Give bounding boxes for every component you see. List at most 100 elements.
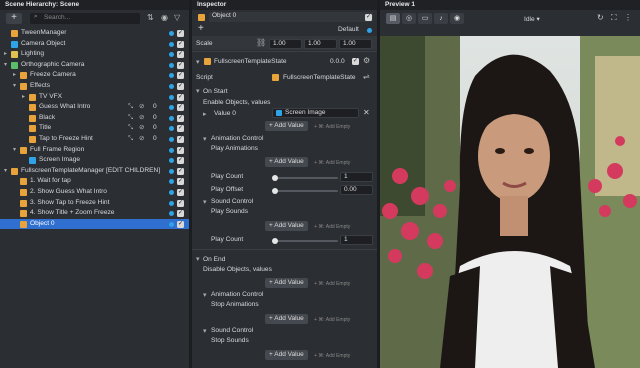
enabled-checkbox[interactable]: ✓	[177, 30, 184, 37]
hierarchy-row[interactable]: Title ⤡ ⊘ 0 ✓	[0, 123, 189, 134]
preview-camera-image[interactable]	[380, 36, 640, 368]
hierarchy-row[interactable]: Black ⤡ ⊘ 0 ✓	[0, 113, 189, 124]
remove-value-icon[interactable]: ✕	[363, 108, 370, 117]
script-options-icon[interactable]: ⇌	[363, 72, 370, 81]
hierarchy-row[interactable]: 2. Show Guess What Intro ✓	[0, 187, 189, 198]
collapse-arrow-icon[interactable]: ▸	[22, 92, 25, 103]
hierarchy-row[interactable]: ▾ Full Frame Region ✓	[0, 145, 189, 156]
add-object-button[interactable]: +	[6, 13, 22, 24]
more-icon[interactable]: ⋮	[624, 13, 632, 22]
script-value[interactable]: FullscreenTemplateState	[283, 74, 356, 81]
disable-icon[interactable]: ⊘	[139, 102, 145, 113]
hierarchy-row[interactable]: TweenManager ✓	[0, 28, 189, 39]
hierarchy-row[interactable]: 4. Show Title + Zoom Freeze ✓	[0, 208, 189, 219]
collapse-arrow-icon[interactable]: ▾	[196, 58, 200, 66]
hierarchy-row[interactable]: ▾ Effects ✓	[0, 81, 189, 92]
preview-layout-icon[interactable]: ▤	[386, 13, 400, 24]
layer-label[interactable]: Default	[338, 26, 359, 33]
hierarchy-search-input[interactable]: ⌕ Search...	[30, 13, 140, 24]
sound-end-arrow-icon[interactable]: ▾	[203, 327, 207, 335]
enabled-checkbox[interactable]: ✓	[177, 178, 184, 186]
add-value-button-4[interactable]: + Add Value	[265, 278, 308, 288]
link-icon[interactable]: ⛓	[256, 38, 266, 47]
enabled-checkbox[interactable]: ✓	[177, 157, 184, 165]
scale-x-field[interactable]: 1.00	[269, 39, 302, 49]
expand-icon[interactable]: ⤡	[128, 102, 133, 113]
enabled-checkbox[interactable]: ✓	[177, 220, 184, 228]
play-count-knob[interactable]	[272, 175, 278, 181]
expand-arrow-icon[interactable]: ▾	[13, 81, 16, 92]
enabled-checkbox[interactable]: ✓	[177, 104, 184, 112]
enabled-checkbox[interactable]: ✓	[177, 83, 184, 90]
hierarchy-row[interactable]: ▸ Freeze Camera ✓	[0, 70, 189, 81]
hierarchy-row[interactable]: 3. Show Tap to Freeze Hint ✓	[0, 198, 189, 209]
enabled-checkbox[interactable]: ✓	[177, 72, 184, 80]
enabled-checkbox[interactable]: ✓	[177, 210, 184, 218]
anim-arrow-icon[interactable]: ▾	[203, 135, 207, 143]
expand-icon[interactable]: ⤡	[128, 134, 133, 145]
play-count-2-field[interactable]: 1	[340, 235, 373, 245]
hierarchy-row[interactable]: Tap to Freeze Hint ⤡ ⊘ 0 ✓	[0, 134, 189, 145]
play-count-2-slider[interactable]	[272, 240, 338, 242]
scale-z-field[interactable]: 1.00	[339, 39, 372, 49]
sort-icon[interactable]: ⇅	[147, 13, 154, 22]
expand-icon[interactable]: ⤡	[128, 113, 133, 124]
enabled-checkbox[interactable]: ✓	[177, 125, 184, 133]
add-empty-hint-6[interactable]: + ⌘: Add Empty	[314, 353, 350, 359]
enabled-checkbox[interactable]: ✓	[177, 114, 184, 122]
hierarchy-row[interactable]: ▸ Lighting ✓	[0, 49, 189, 60]
anim-end-arrow-icon[interactable]: ▾	[203, 291, 207, 299]
enabled-checkbox[interactable]: ✓	[177, 199, 184, 207]
visibility-icon[interactable]: ◉	[161, 13, 168, 22]
expand-arrow-icon[interactable]: ▾	[4, 166, 7, 177]
disable-icon[interactable]: ⊘	[139, 113, 145, 124]
sound-arrow-icon[interactable]: ▾	[203, 198, 207, 206]
enabled-checkbox[interactable]: ✓	[177, 40, 184, 48]
play-count-slider[interactable]	[272, 177, 338, 179]
add-empty-hint-4[interactable]: + ⌘: Add Empty	[314, 281, 350, 287]
add-empty-hint-3[interactable]: + ⌘: Add Empty	[314, 224, 350, 230]
object-enabled-checkbox[interactable]: ✓	[365, 14, 372, 21]
preview-device-icon[interactable]: ▭	[418, 13, 432, 24]
enabled-checkbox[interactable]: ✓	[177, 136, 184, 143]
preview-audio-icon[interactable]: ♪	[434, 13, 448, 24]
enabled-checkbox[interactable]: ✓	[177, 146, 184, 154]
enabled-checkbox[interactable]: ✓	[177, 189, 184, 196]
expand-icon[interactable]: ⤡	[128, 123, 133, 134]
component-enabled-checkbox[interactable]: ✓	[352, 58, 359, 65]
add-empty-hint-2[interactable]: + ⌘: Add Empty	[314, 160, 350, 166]
disable-icon[interactable]: ⊘	[139, 134, 145, 145]
collapse-arrow-icon[interactable]: ▸	[13, 70, 16, 81]
value0-field[interactable]: Screen Image	[272, 108, 359, 118]
enabled-checkbox[interactable]: ✓	[177, 51, 184, 59]
fullscreen-icon[interactable]: ⛶	[611, 13, 617, 23]
object-name-field[interactable]: Object 0	[209, 12, 373, 22]
hierarchy-row[interactable]: ▸ TV VFX ✓	[0, 92, 189, 103]
preview-camera-icon[interactable]: ◎	[402, 13, 416, 24]
play-offset-field[interactable]: 0.00	[340, 185, 373, 195]
play-offset-slider[interactable]	[272, 190, 338, 192]
play-count-field[interactable]: 1	[340, 172, 373, 182]
filter-icon[interactable]: ▽	[174, 13, 180, 22]
hierarchy-row[interactable]: 1. Wait for tap ✓	[0, 176, 189, 187]
play-count-2-knob[interactable]	[272, 238, 278, 244]
preview-mode-select[interactable]: Idle ▾	[524, 15, 540, 23]
hierarchy-row[interactable]: Object 0 ✓	[0, 218, 189, 230]
hierarchy-row[interactable]: Camera Object ✓	[0, 39, 189, 50]
value0-arrow-icon[interactable]: ▸	[203, 110, 207, 118]
collapse-arrow-icon[interactable]: ▸	[4, 49, 7, 60]
add-empty-hint-1[interactable]: + ⌘: Add Empty	[314, 124, 350, 130]
hierarchy-row[interactable]: Guess What Intro ⤡ ⊘ 0 ✓	[0, 102, 189, 113]
preview-eye-icon[interactable]: ◉	[450, 13, 464, 24]
hierarchy-row[interactable]: ▾ Orthographic Camera ✓	[0, 60, 189, 71]
scale-y-field[interactable]: 1.00	[304, 39, 337, 49]
enabled-checkbox[interactable]: ✓	[177, 61, 184, 69]
add-value-button-6[interactable]: + Add Value	[265, 350, 308, 360]
add-value-button-2[interactable]: + Add Value	[265, 157, 308, 167]
add-empty-hint-5[interactable]: + ⌘: Add Empty	[314, 317, 350, 323]
expand-arrow-icon[interactable]: ▾	[4, 60, 7, 71]
on-start-arrow-icon[interactable]: ▾	[196, 87, 200, 95]
play-offset-knob[interactable]	[272, 188, 278, 194]
hierarchy-row[interactable]: ▾ FullscreenTemplateManager [EDIT CHILDRE…	[0, 166, 189, 177]
enabled-checkbox[interactable]: ✓	[177, 93, 184, 101]
